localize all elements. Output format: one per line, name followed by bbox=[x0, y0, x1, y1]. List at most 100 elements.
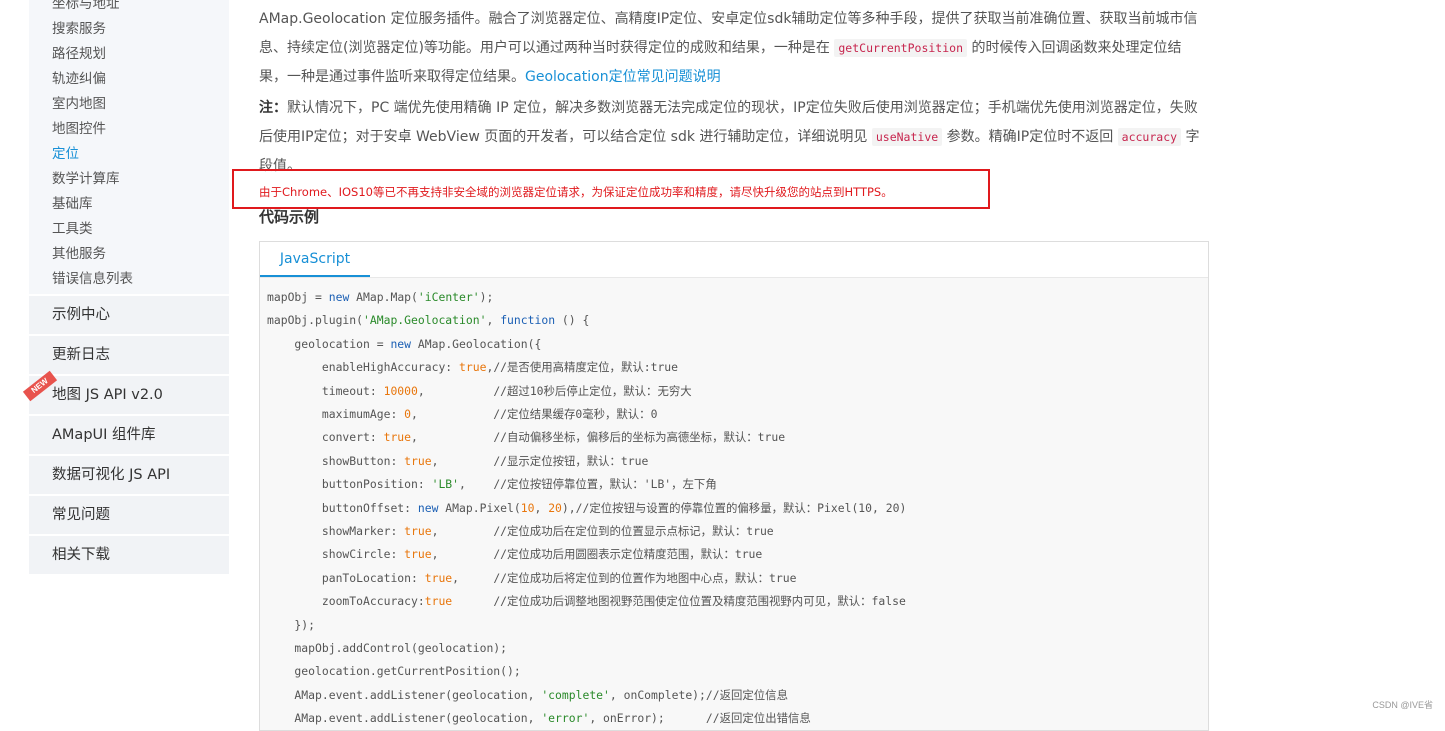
sidebar-nav-item[interactable]: 相关下载 bbox=[29, 536, 229, 574]
code-token: AMap.Map( bbox=[349, 290, 418, 304]
tab-javascript[interactable]: JavaScript bbox=[260, 242, 370, 277]
code-tab-bar: JavaScript bbox=[260, 242, 1208, 278]
code-token: ); bbox=[479, 290, 494, 304]
code-token: timeout: bbox=[267, 383, 384, 398]
code-token: () { bbox=[555, 313, 590, 328]
code-token: ,//是否使用高精度定位，默认:true bbox=[486, 360, 679, 375]
code-token: showCircle: bbox=[267, 547, 405, 562]
code-token: geolocation = bbox=[267, 336, 391, 351]
code-token: 20 bbox=[548, 500, 562, 515]
code-token: AMap.Pixel( bbox=[438, 500, 521, 515]
sidebar-sub-item[interactable]: 定位 bbox=[52, 145, 79, 163]
code-line: enableHighAccuracy: true,//是否使用高精度定位，默认:… bbox=[267, 356, 678, 378]
sidebar-nav-item[interactable]: AMapUI 组件库 bbox=[29, 416, 229, 454]
code-token: function bbox=[500, 313, 556, 328]
sidebar-nav-item[interactable]: 数据可视化 JS API bbox=[29, 456, 229, 494]
sidebar-sub-item[interactable]: 工具类 bbox=[52, 220, 93, 238]
sidebar-nav-label: 地图 JS API v2.0 bbox=[52, 387, 163, 403]
sidebar-sub-item[interactable]: 坐标与地址 bbox=[52, 0, 120, 13]
watermark: CSDN @IVE省 bbox=[1372, 700, 1433, 710]
code-line: buttonOffset: new AMap.Pixel(10, 20),//定… bbox=[267, 497, 906, 519]
sidebar-nav-label: AMapUI 组件库 bbox=[52, 427, 156, 443]
code-token: 'LB' bbox=[431, 477, 460, 492]
code-line: timeout: 10000, //超过10秒后停止定位，默认：无穷大 bbox=[267, 380, 692, 402]
sidebar-nav-label: 数据可视化 JS API bbox=[52, 467, 171, 483]
sidebar-sub-item[interactable]: 路径规划 bbox=[52, 45, 106, 63]
main-content: AMap.Geolocation 定位服务插件。融合了浏览器定位、高精度IP定位… bbox=[259, 0, 1209, 731]
faq-link[interactable]: Geolocation定位常见问题说明 bbox=[525, 69, 721, 85]
sidebar-nav-item[interactable]: 示例中心 bbox=[29, 296, 229, 334]
code-token: , //超过10秒后停止定位，默认：无穷大 bbox=[417, 383, 692, 398]
inline-code-accuracy: accuracy bbox=[1117, 128, 1182, 146]
sidebar-nav-label: 更新日志 bbox=[52, 347, 110, 363]
code-line: showCircle: true, //定位成功后用圆圈表示定位精度范围，默认：… bbox=[267, 543, 762, 565]
sidebar-nav-item[interactable]: 更新日志 bbox=[29, 336, 229, 374]
code-token: new bbox=[390, 336, 412, 351]
code-token: mapObj.addControl(geolocation); bbox=[267, 641, 508, 655]
note-label: 注： bbox=[259, 100, 287, 116]
code-line: mapObj = new AMap.Map('iCenter'); bbox=[267, 286, 493, 308]
sidebar-sub-item[interactable]: 地图控件 bbox=[52, 120, 106, 138]
code-line: }); bbox=[267, 614, 315, 636]
code-token: buttonPosition: bbox=[267, 477, 432, 492]
sidebar-nav-label: 相关下载 bbox=[52, 547, 110, 563]
code-token: 'complete' bbox=[541, 687, 610, 702]
code-token: true bbox=[404, 453, 432, 468]
code-token: true bbox=[383, 430, 412, 445]
sidebar-sub-item[interactable]: 基础库 bbox=[52, 195, 93, 213]
code-token: AMap.event.addListener(geolocation, bbox=[267, 687, 542, 702]
inline-code-getcurrentposition: getCurrentPosition bbox=[834, 39, 967, 57]
code-token: 0 bbox=[404, 407, 412, 421]
code-line: geolocation = new AMap.Geolocation({ bbox=[267, 333, 541, 355]
note-text-cont: 参数。精确IP定位时不返回 bbox=[942, 129, 1118, 145]
sidebar-nav-item[interactable]: 常见问题 bbox=[29, 496, 229, 534]
code-token: new bbox=[328, 290, 350, 304]
sidebar-sub-item[interactable]: 室内地图 bbox=[52, 95, 106, 113]
code-token: , bbox=[534, 500, 549, 515]
sidebar-sub-item[interactable]: 搜索服务 bbox=[52, 20, 106, 38]
code-token: AMap.Geolocation({ bbox=[411, 336, 542, 351]
sidebar-sub-item[interactable]: 错误信息列表 bbox=[52, 270, 133, 288]
code-token: 'error' bbox=[541, 711, 590, 726]
code-token: mapObj = bbox=[267, 290, 329, 304]
code-token: new bbox=[417, 500, 439, 515]
code-token: mapObj.plugin( bbox=[267, 313, 364, 328]
sidebar-sub-item[interactable]: 数学计算库 bbox=[52, 170, 120, 188]
sidebar-nav-label: 常见问题 bbox=[52, 507, 110, 523]
https-warning: 由于Chrome、IOS10等已不再支持非安全域的浏览器定位请求，为保证定位成功… bbox=[259, 185, 893, 199]
sidebar: 坐标与地址搜索服务路径规划轨迹纠偏室内地图地图控件定位数学计算库基础库工具类其他… bbox=[22, 0, 229, 718]
code-token: zoomToAccuracy: bbox=[267, 594, 425, 609]
code-line: mapObj.addControl(geolocation); bbox=[267, 637, 507, 659]
sidebar-nav-item[interactable]: 地图 JS API v2.0 NEW bbox=[22, 370, 229, 414]
code-token: enableHighAccuracy: bbox=[267, 360, 460, 375]
code-token: , //定位结果缓存0毫秒，默认：0 bbox=[411, 407, 658, 421]
code-token: true bbox=[459, 360, 487, 375]
code-token: , //定位成功后用圆圈表示定位精度范围，默认：true bbox=[431, 547, 763, 562]
code-token: , onComplete);//返回定位信息 bbox=[609, 687, 788, 702]
code-token: true bbox=[424, 570, 453, 585]
code-line: showButton: true, //显示定位按钮，默认：true bbox=[267, 450, 649, 472]
code-line: geolocation.getCurrentPosition(); bbox=[267, 660, 520, 682]
code-token: ),//定位按钮与设置的停靠位置的偏移量，默认：Pixel(10, 20) bbox=[561, 500, 907, 515]
code-token: //定位成功后调整地图视野范围使定位位置及精度范围视野内可见，默认：false bbox=[452, 594, 906, 609]
code-token: true bbox=[424, 594, 453, 609]
code-token: showMarker: bbox=[267, 524, 405, 538]
code-token: , //定位按钮停靠位置，默认：'LB'，左下角 bbox=[459, 477, 717, 492]
code-token: 'AMap.Geolocation' bbox=[363, 313, 487, 328]
code-token: , //显示定位按钮，默认：true bbox=[431, 453, 649, 468]
code-line: mapObj.plugin('AMap.Geolocation', functi… bbox=[267, 309, 589, 331]
code-token: , //自动偏移坐标，偏移后的坐标为高德坐标，默认：true bbox=[411, 430, 786, 445]
code-line: AMap.event.addListener(geolocation, 'err… bbox=[267, 707, 810, 729]
code-line: buttonPosition: 'LB', //定位按钮停靠位置，默认：'LB'… bbox=[267, 473, 717, 495]
code-line: maximumAge: 0, //定位结果缓存0毫秒，默认：0 bbox=[267, 403, 658, 425]
code-token: 'iCenter' bbox=[417, 290, 480, 304]
sidebar-sub-item[interactable]: 其他服务 bbox=[52, 245, 106, 263]
code-token: , //定位成功后将定位到的位置作为地图中心点，默认：true bbox=[452, 570, 797, 585]
code-token: showButton: bbox=[267, 453, 405, 468]
code-token: , //定位成功后在定位到的位置显示点标记，默认：true bbox=[431, 524, 774, 538]
code-line: convert: true, //自动偏移坐标，偏移后的坐标为高德坐标，默认：t… bbox=[267, 426, 785, 448]
sidebar-sub-item[interactable]: 轨迹纠偏 bbox=[52, 70, 106, 88]
section-title: 代码示例 bbox=[259, 208, 320, 226]
code-token: , bbox=[486, 313, 501, 328]
code-line: AMap.event.addListener(geolocation, 'com… bbox=[267, 684, 788, 706]
